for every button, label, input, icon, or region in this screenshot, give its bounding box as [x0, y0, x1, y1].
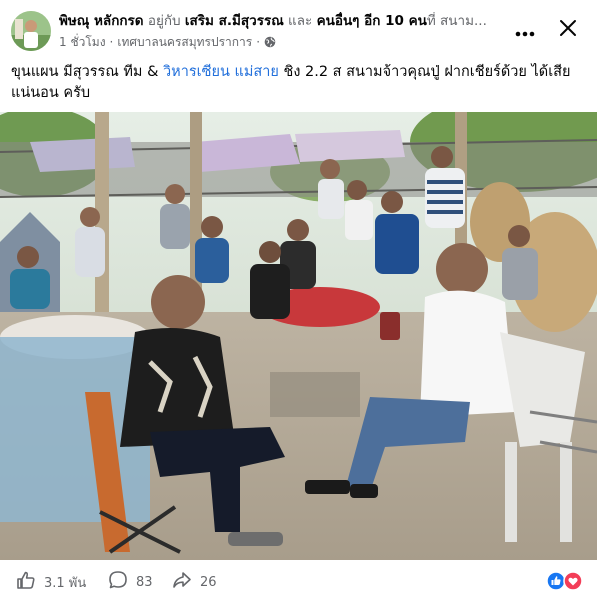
post-time[interactable]: 1 ชั่วโมง	[59, 34, 106, 50]
others-link[interactable]: คนอื่นๆ อีก 10 คน	[317, 13, 427, 29]
caption-page-link[interactable]: วิหารเซียน แม่สาย	[163, 64, 279, 80]
more-options-button[interactable]	[513, 21, 537, 41]
post-meta: 1 ชั่วโมง · เทศบาลนครสมุทรปราการ ·	[59, 34, 276, 50]
comment-icon	[108, 570, 128, 594]
share-action[interactable]: 26	[172, 571, 217, 593]
close-icon	[559, 19, 577, 41]
author-avatar[interactable]	[11, 11, 51, 51]
share-icon	[172, 570, 192, 594]
share-count: 26	[200, 574, 217, 590]
meta-separator: ·	[109, 35, 114, 49]
meta-separator: ·	[256, 35, 261, 49]
facebook-post: พิษณุ หลักกรด อยู่กับ เสริม ส.มีสุวรรณ แ…	[0, 0, 597, 604]
like-count: 3.1 พัน	[44, 575, 87, 591]
post-caption: ขุนแผน มีสุวรรณ ทีม & วิหารเซียน แม่สาย …	[11, 62, 586, 104]
and-text: และ	[288, 13, 313, 29]
post-photo[interactable]	[0, 112, 597, 560]
reaction-icons[interactable]	[546, 571, 586, 591]
post-footer: 3.1 พัน 83 26	[0, 560, 597, 604]
close-button[interactable]	[556, 18, 580, 42]
author-name[interactable]: พิษณุ หลักกรด	[59, 13, 144, 29]
more-icon	[515, 22, 535, 41]
with-text: อยู่กับ	[147, 13, 181, 29]
post-header: พิษณุ หลักกรด อยู่กับ เสริม ส.มีสุวรรณ แ…	[0, 0, 597, 60]
tagged-name[interactable]: เสริม ส.มีสุวรรณ	[185, 13, 284, 29]
like-action[interactable]: 3.1 พัน	[16, 571, 86, 593]
love-reaction-icon	[563, 571, 583, 591]
author-line: พิษณุ หลักกรด อยู่กับ เสริม ส.มีสุวรรณ แ…	[59, 12, 519, 30]
like-reaction-icon	[546, 571, 566, 591]
thumbs-up-icon	[16, 570, 36, 594]
globe-icon	[264, 36, 276, 48]
comment-count: 83	[136, 574, 153, 590]
comment-action[interactable]: 83	[108, 571, 153, 593]
caption-text-1: ขุนแผน มีสุวรรณ ทีม &	[11, 64, 164, 80]
at-text: ที่ สนาม...	[426, 13, 487, 29]
post-location[interactable]: เทศบาลนครสมุทรปราการ	[117, 34, 252, 50]
